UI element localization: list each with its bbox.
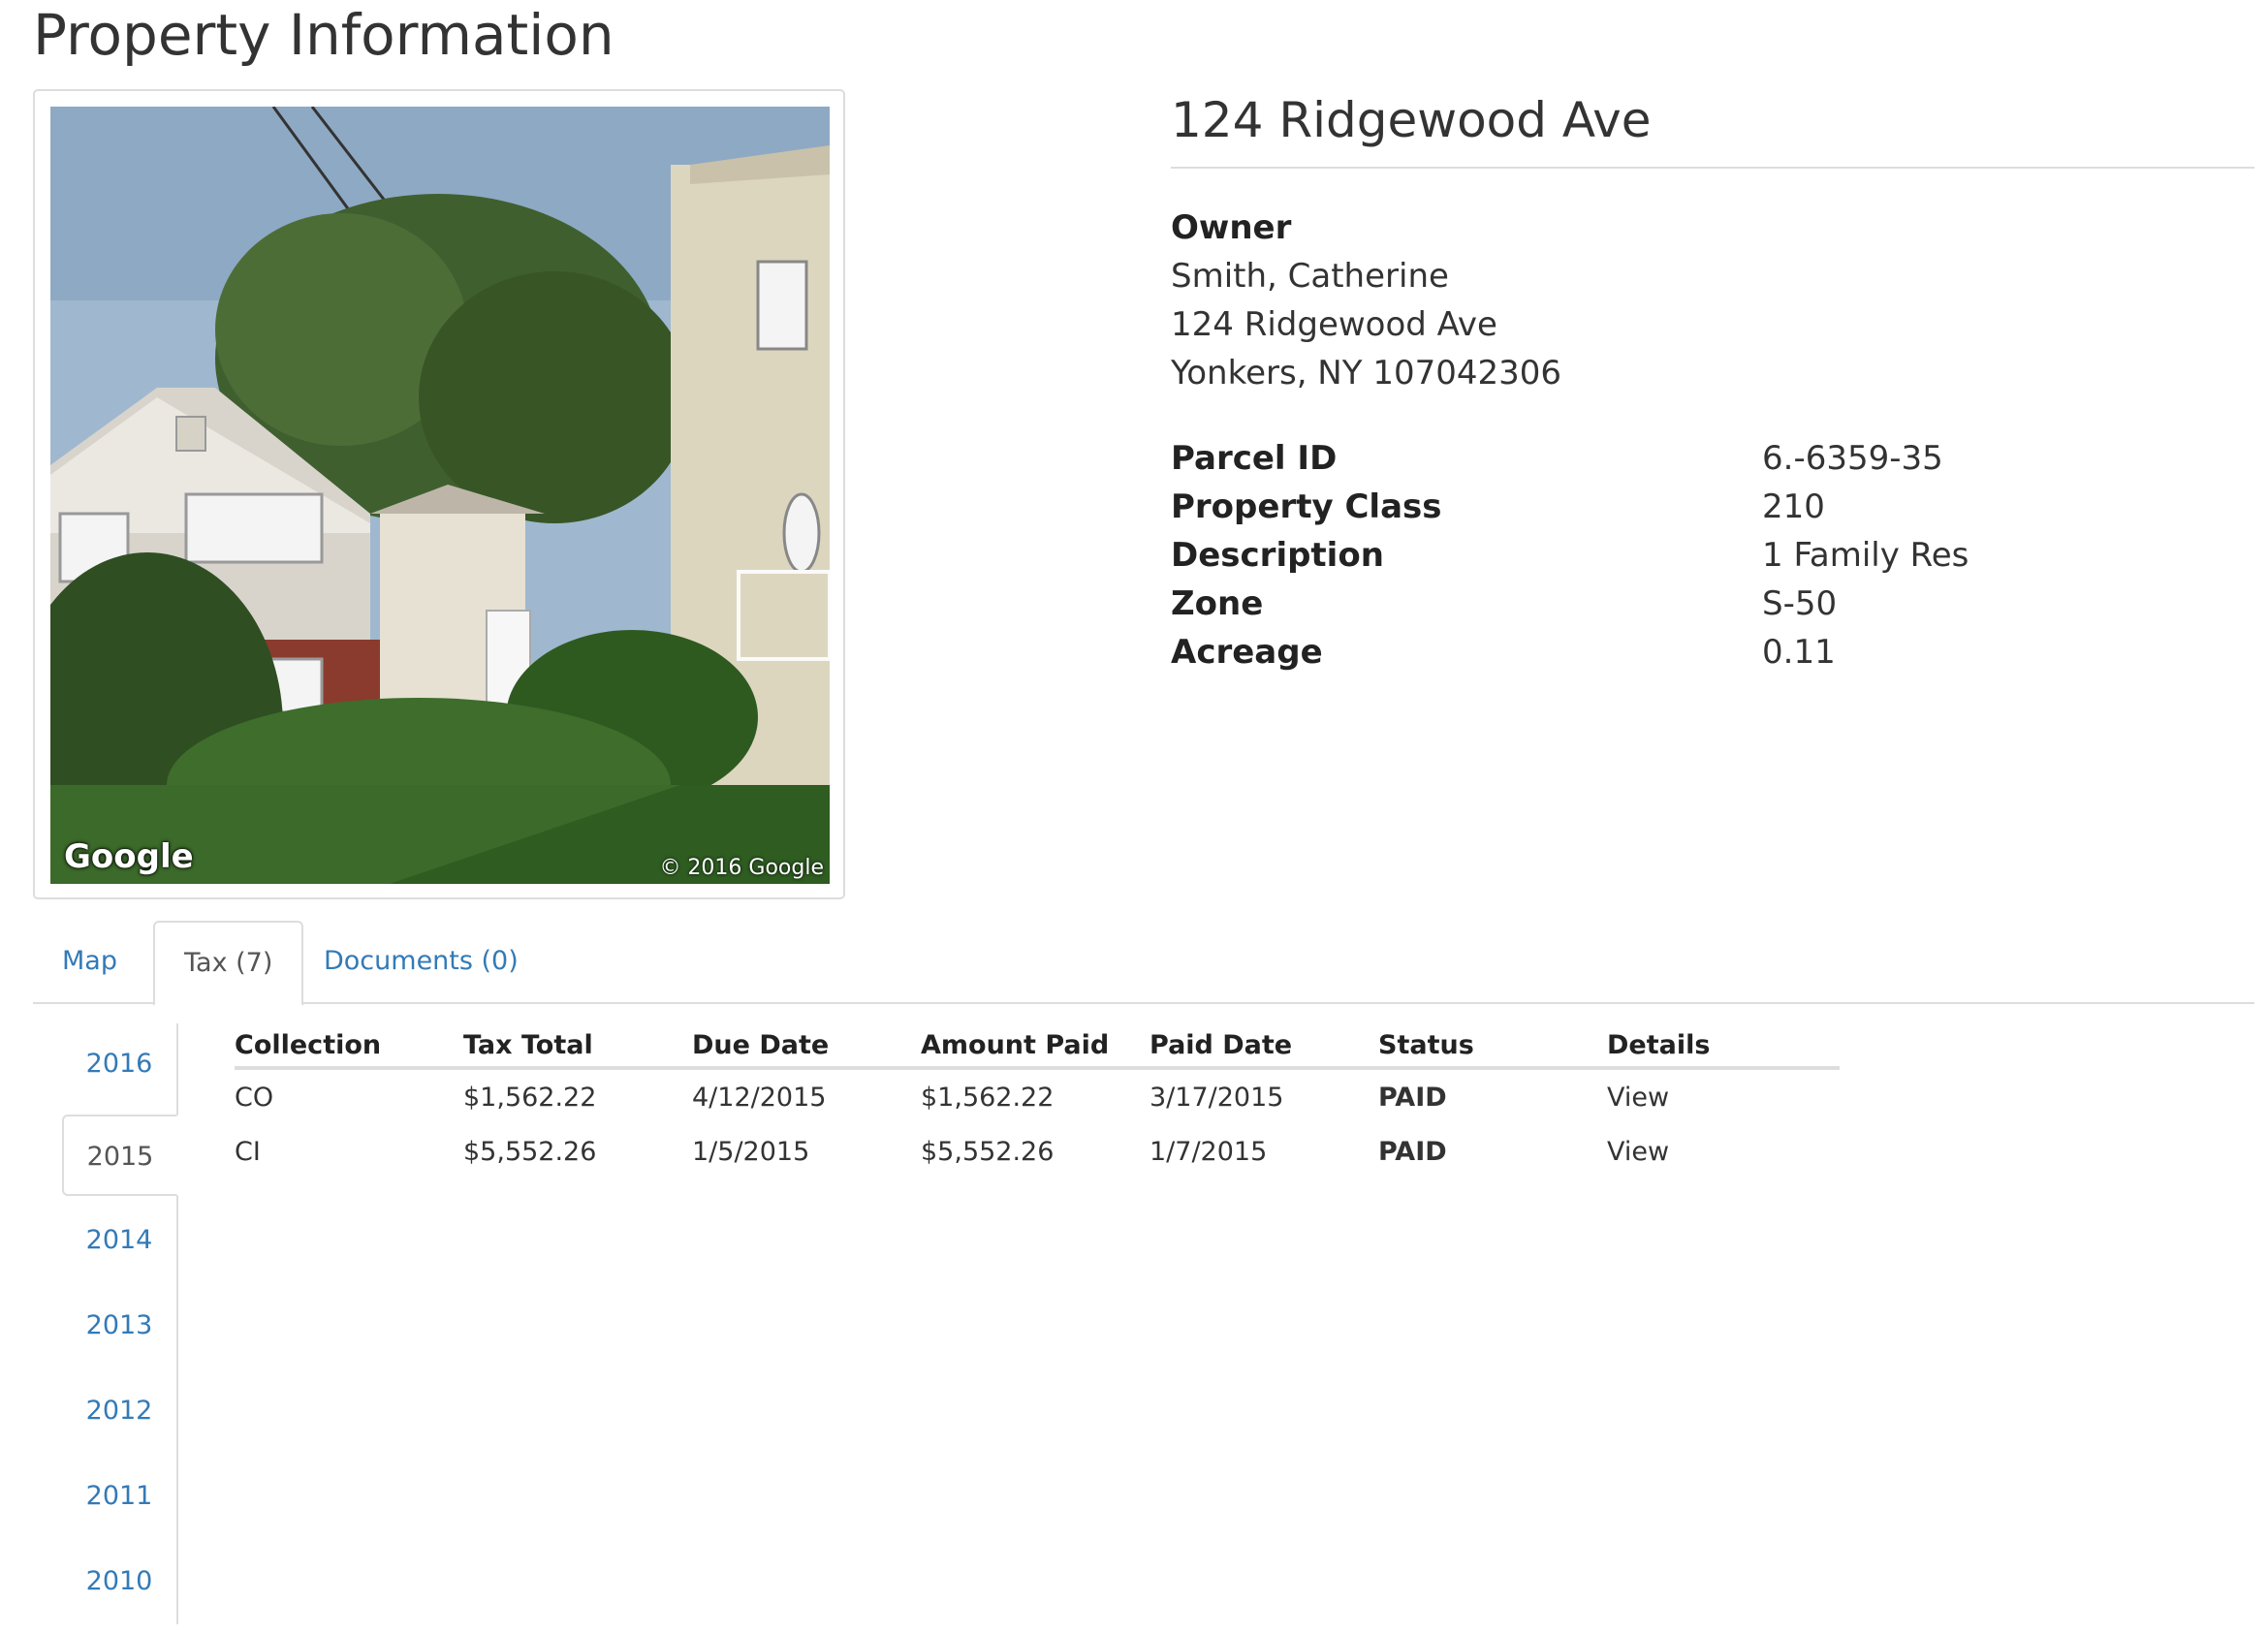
field-label: Acreage bbox=[1171, 633, 1323, 672]
year-tab-2014[interactable]: 2014 bbox=[62, 1200, 176, 1281]
field-label: Parcel ID bbox=[1171, 439, 1338, 478]
photo-copyright: © 2016 Google bbox=[659, 856, 824, 880]
field-value: 0.11 bbox=[1762, 633, 1836, 672]
field-row-zone: Zone S-50 bbox=[1171, 580, 2254, 628]
column-header-paid-date[interactable]: Paid Date bbox=[1150, 1018, 1378, 1070]
year-tab-2016[interactable]: 2016 bbox=[62, 1023, 176, 1105]
property-photo: Google © 2016 Google bbox=[50, 107, 830, 884]
owner-label: Owner bbox=[1171, 208, 1292, 247]
field-row-description: Description 1 Family Res bbox=[1171, 531, 2254, 580]
field-label: Zone bbox=[1171, 584, 1264, 623]
year-tab-2010[interactable]: 2010 bbox=[62, 1541, 176, 1622]
tab-map[interactable]: Map bbox=[33, 921, 146, 1004]
tab-tax[interactable]: Tax (7) bbox=[153, 921, 304, 1006]
field-label: Property Class bbox=[1171, 487, 1442, 526]
cell-tax-total: $5,552.26 bbox=[463, 1136, 597, 1167]
cell-amount-paid: $1,562.22 bbox=[921, 1082, 1055, 1113]
year-tab-2011[interactable]: 2011 bbox=[62, 1456, 176, 1537]
cell-due-date: 1/5/2015 bbox=[692, 1136, 810, 1167]
cell-due-date: 4/12/2015 bbox=[692, 1082, 827, 1113]
owner-name: Smith, Catherine bbox=[1171, 257, 1449, 296]
property-address-title: 124 Ridgewood Ave bbox=[1171, 83, 2254, 169]
field-value: 1 Family Res bbox=[1762, 536, 1969, 575]
cell-collection: CO bbox=[235, 1082, 274, 1113]
field-label: Description bbox=[1171, 536, 1384, 575]
year-tab-2013[interactable]: 2013 bbox=[62, 1285, 176, 1367]
tax-table-header: Collection Tax Total Due Date Amount Pai… bbox=[235, 1018, 1840, 1070]
table-row: CI $5,552.26 1/5/2015 $5,552.26 1/7/2015… bbox=[235, 1124, 1840, 1178]
property-fields: Parcel ID 6.-6359-35 Property Class 210 … bbox=[1171, 434, 2254, 676]
column-header-status[interactable]: Status bbox=[1378, 1018, 1607, 1070]
view-details-link[interactable]: View bbox=[1607, 1068, 1840, 1124]
street-view-image bbox=[50, 107, 830, 884]
cell-paid-date: 1/7/2015 bbox=[1150, 1136, 1268, 1167]
view-details-link[interactable]: View bbox=[1607, 1124, 1840, 1178]
owner-city: Yonkers, NY 107042306 bbox=[1171, 354, 1562, 393]
field-value: 210 bbox=[1762, 487, 1825, 526]
page-title: Property Information bbox=[33, 2, 614, 68]
google-logo: Google bbox=[64, 837, 194, 876]
year-tab-2012[interactable]: 2012 bbox=[62, 1370, 176, 1452]
field-value: S-50 bbox=[1762, 584, 1838, 623]
column-header-due-date[interactable]: Due Date bbox=[692, 1018, 921, 1070]
tab-documents[interactable]: Documents (0) bbox=[295, 921, 548, 1004]
column-header-tax-total[interactable]: Tax Total bbox=[463, 1018, 692, 1070]
table-row: CO $1,562.22 4/12/2015 $1,562.22 3/17/20… bbox=[235, 1068, 1840, 1124]
column-header-amount-paid[interactable]: Amount Paid bbox=[921, 1018, 1150, 1070]
owner-block: Owner Smith, Catherine 124 Ridgewood Ave… bbox=[1171, 204, 2254, 397]
property-photo-frame: Google © 2016 Google bbox=[33, 89, 845, 899]
status-badge: PAID bbox=[1378, 1136, 1447, 1167]
cell-tax-total: $1,562.22 bbox=[463, 1082, 597, 1113]
field-value: 6.-6359-35 bbox=[1762, 439, 1943, 478]
owner-street: 124 Ridgewood Ave bbox=[1171, 305, 1497, 344]
property-details: 124 Ridgewood Ave Owner Smith, Catherine… bbox=[1171, 83, 2254, 676]
column-header-collection[interactable]: Collection bbox=[235, 1018, 463, 1070]
cell-amount-paid: $5,552.26 bbox=[921, 1136, 1055, 1167]
field-row-acreage: Acreage 0.11 bbox=[1171, 628, 2254, 676]
status-badge: PAID bbox=[1378, 1082, 1447, 1113]
cell-paid-date: 3/17/2015 bbox=[1150, 1082, 1284, 1113]
detail-tabs: Map Tax (7) Documents (0) bbox=[33, 921, 2254, 1006]
tax-table: Collection Tax Total Due Date Amount Pai… bbox=[235, 1018, 1840, 1178]
field-row-parcel-id: Parcel ID 6.-6359-35 bbox=[1171, 434, 2254, 483]
year-tabs: 2016 2015 2014 2013 2012 2011 2010 bbox=[62, 1023, 178, 1624]
cell-collection: CI bbox=[235, 1136, 261, 1167]
year-tab-2015[interactable]: 2015 bbox=[62, 1115, 178, 1196]
column-header-details[interactable]: Details bbox=[1607, 1018, 1840, 1070]
field-row-property-class: Property Class 210 bbox=[1171, 483, 2254, 531]
